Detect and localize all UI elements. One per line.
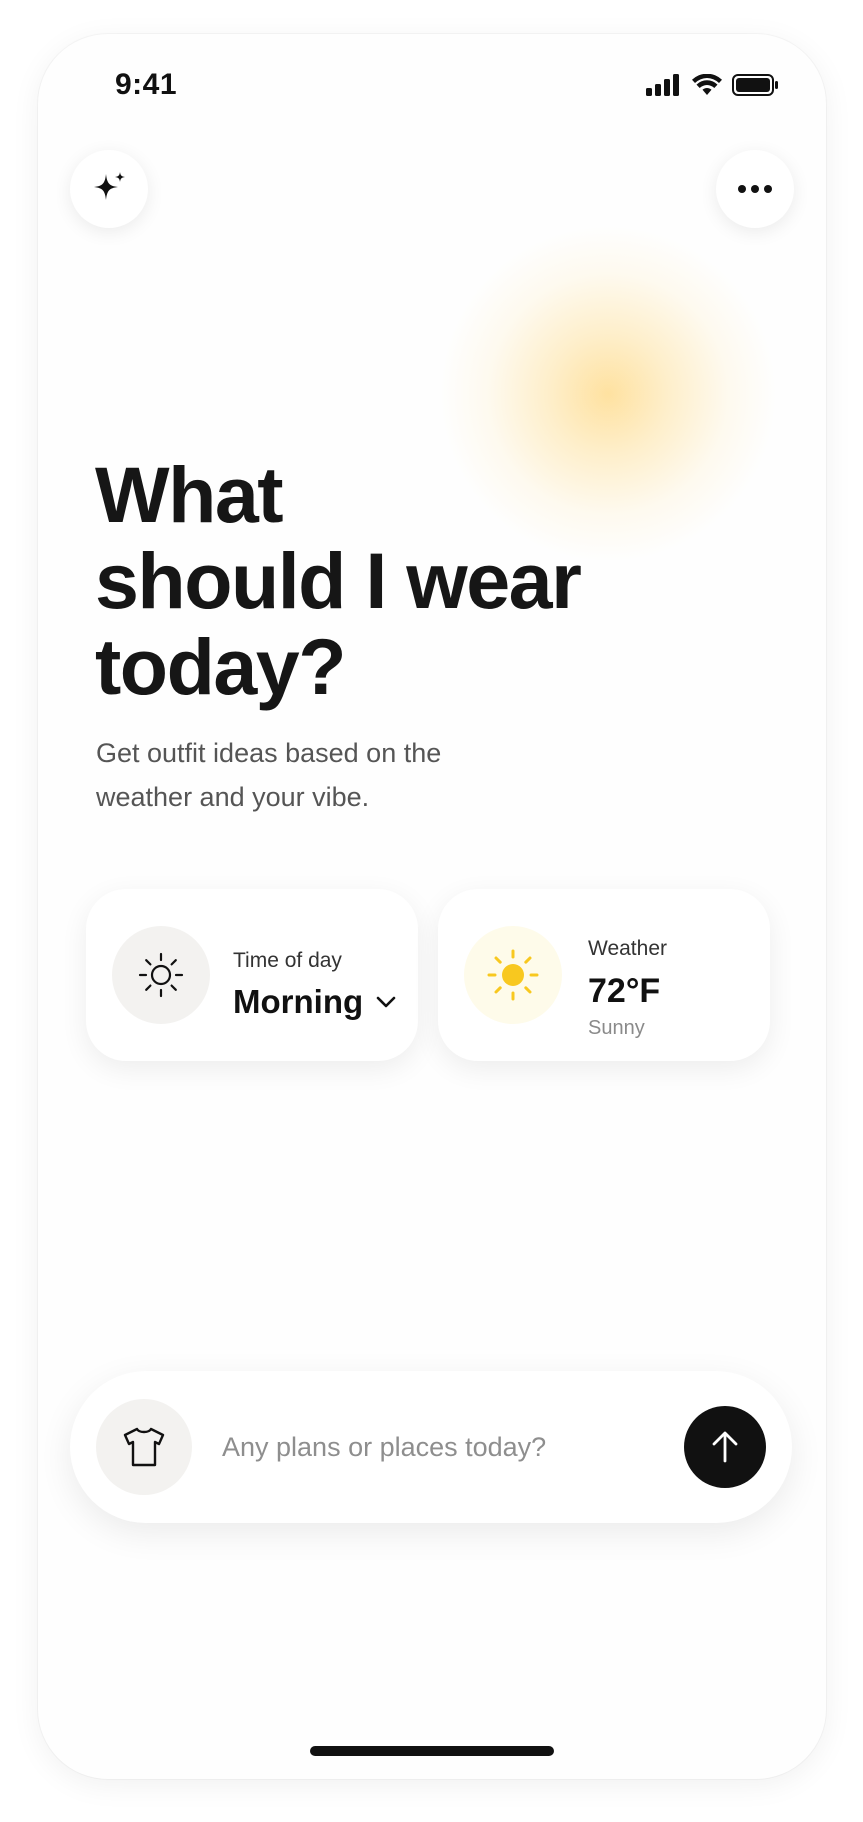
prompt-bar bbox=[70, 1371, 792, 1523]
weather-card: Weather 72°F Sunny bbox=[438, 889, 770, 1061]
time-icon-circle bbox=[112, 926, 210, 1024]
page-subtitle: Get outfit ideas based on the weather an… bbox=[96, 731, 496, 819]
page-title: What should I wear today? bbox=[95, 452, 615, 710]
weather-condition: Sunny bbox=[588, 1017, 645, 1039]
wifi-icon bbox=[692, 74, 722, 95]
battery-icon bbox=[732, 74, 778, 96]
status-time: 9:41 bbox=[115, 68, 178, 101]
chevron-down-icon bbox=[376, 996, 396, 1008]
subtitle-line: weather and your vibe. bbox=[96, 782, 370, 812]
title-line: What bbox=[95, 450, 284, 539]
time-of-day-value: Morning bbox=[233, 983, 364, 1020]
time-of-day-card[interactable]: Time of day Morning bbox=[86, 889, 418, 1061]
status-icons bbox=[646, 74, 780, 96]
home-indicator[interactable] bbox=[310, 1746, 554, 1756]
more-horizontal-icon bbox=[738, 185, 772, 193]
plans-input[interactable] bbox=[220, 1417, 660, 1477]
weather-label: Weather bbox=[588, 937, 667, 960]
more-options-button[interactable] bbox=[716, 150, 794, 228]
sun-filled-icon bbox=[487, 949, 539, 1001]
temperature-value: 72°F bbox=[588, 972, 661, 1010]
shirt-icon bbox=[123, 1427, 165, 1467]
time-of-day-label: Time of day bbox=[233, 949, 342, 972]
send-button[interactable] bbox=[684, 1406, 766, 1488]
sparkle-icon bbox=[94, 172, 125, 200]
weather-icon-circle bbox=[464, 926, 562, 1024]
sparkle-button[interactable] bbox=[70, 150, 148, 228]
arrow-up-icon bbox=[712, 1431, 738, 1463]
title-line: should I wear bbox=[95, 536, 582, 625]
sun-outline-icon bbox=[138, 952, 184, 998]
time-of-day-select[interactable]: Morning bbox=[233, 983, 397, 1021]
phone-screen: 9:41 What should I wear today? Get outfi… bbox=[38, 34, 826, 1779]
cellular-signal-icon bbox=[646, 74, 679, 96]
subtitle-line: Get outfit ideas based on the bbox=[96, 738, 442, 768]
title-line: today? bbox=[95, 622, 346, 711]
wardrobe-button[interactable] bbox=[96, 1399, 192, 1495]
